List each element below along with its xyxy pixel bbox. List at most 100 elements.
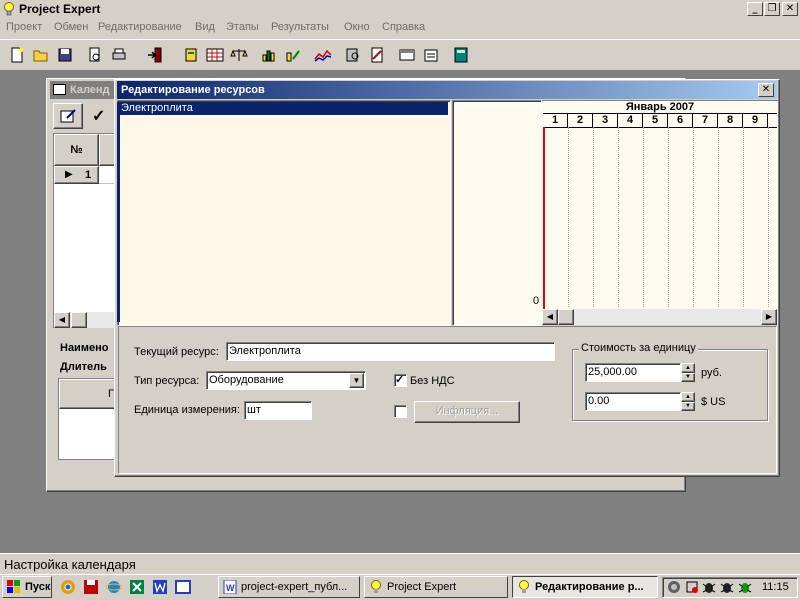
trend-button[interactable] [312,44,334,66]
preview-icon [89,47,100,62]
menu-view[interactable]: Вид [195,21,215,33]
app-restore-button[interactable]: ❐ [764,2,780,16]
cashflow-grid-icon [206,48,224,62]
balance-button[interactable] [228,44,250,66]
inflation-checkbox[interactable] [394,405,407,418]
print-button[interactable] [108,44,130,66]
calendar-hscroll[interactable]: ◀ [54,312,117,328]
magnifier-doc-icon [346,48,359,62]
calendar-row-marker[interactable]: ▶ 1 [54,166,99,184]
row-arrow-icon: ▶ [65,169,73,180]
taskbar-button-label: Project Expert [387,581,457,593]
current-resource-field[interactable]: Электроплита [226,342,555,361]
menu-results[interactable]: Результаты [271,21,329,33]
tray-icon-network[interactable] [685,580,699,597]
printer-icon [112,48,126,60]
cost-usd-field[interactable]: 0.00 [585,392,681,411]
cost-rub-down-button[interactable]: ▼ [681,373,695,382]
save-project-button[interactable] [54,44,76,66]
resource-list-selection-bar [117,102,120,322]
calculator-icon [454,47,468,63]
inflation-button[interactable]: Инфляция... [414,401,520,423]
tray-icon-bug-1[interactable] [702,580,716,597]
new-project-button[interactable] [6,44,28,66]
unit-field[interactable]: шт [244,401,312,420]
calendar-ok-icon[interactable]: ✓ [92,106,105,126]
app-window-icon [175,580,191,594]
start-label: Пуск [25,581,51,593]
resource-list-item[interactable]: Электроплита [120,102,448,115]
tray-icon-volume[interactable] [667,580,681,597]
gantt-scroll-right-button[interactable]: ▶ [761,309,777,325]
gantt-day: 6 [668,114,693,127]
calendar-bottom-panel: П [58,378,120,460]
cashflow-button[interactable] [204,44,226,66]
menu-project[interactable]: Проект [6,21,42,33]
status-text: Настройка календаря [4,557,136,572]
quick-launch-ie[interactable] [105,579,123,595]
windows-logo-icon [7,580,20,593]
calendar-edit-button[interactable] [53,103,83,129]
menu-stages[interactable]: Этапы [226,21,259,33]
calendar-window-icon [53,84,66,95]
taskbar-button-project-expert[interactable]: Project Expert [364,576,508,598]
report-button[interactable] [366,44,388,66]
resource-list-item-label: Электроплита [121,102,193,114]
calendar-window-title: Календ [70,84,110,96]
no-vat-label: Без НДС [410,375,455,387]
pencil-doc-icon [60,109,76,123]
tray-icon-bug-3[interactable] [738,580,752,597]
calendar-bottom-panel-header: П [59,379,119,409]
cost-usd-up-button[interactable]: ▲ [681,392,695,402]
calendar-scroll-thumb[interactable] [71,312,87,328]
notes-button[interactable] [420,44,442,66]
cost-usd-down-button[interactable]: ▼ [681,402,695,411]
menu-edit[interactable]: Редактирование [98,21,182,33]
cost-rub-field[interactable]: 25,000.00 [585,363,681,382]
exit-button[interactable] [144,44,166,66]
stages-button[interactable] [180,44,202,66]
calendar-name-label: Наимено [60,342,109,354]
quick-launch-app[interactable] [175,579,191,595]
resource-dialog-close-button[interactable]: ✕ [758,83,774,97]
gantt-scroll-thumb[interactable] [558,309,574,325]
menu-help[interactable]: Справка [382,21,425,33]
open-project-button[interactable] [30,44,52,66]
quick-launch-save[interactable] [83,579,99,595]
quick-launch-word[interactable] [152,579,168,595]
resource-type-label: Тип ресурса: [134,375,200,387]
gantt-day: 7 [693,114,718,127]
cost-rub-spinner[interactable]: ▲ ▼ [681,363,695,382]
window-list-button[interactable] [396,44,418,66]
start-button[interactable]: Пуск [2,576,52,598]
svg-text:W: W [226,583,235,593]
menu-window[interactable]: Окно [344,21,370,33]
resource-type-dropdown-button[interactable]: ▼ [349,373,364,388]
cost-rub-up-button[interactable]: ▲ [681,363,695,373]
calendar-scroll-left-button[interactable]: ◀ [54,312,70,328]
resource-type-select[interactable]: Оборудование ▼ [206,371,366,390]
open-folder-icon [33,50,48,62]
gantt-hscroll[interactable]: ◀ ▶ [542,309,778,325]
chart-edit-button[interactable] [282,44,304,66]
taskbar-button-word-doc[interactable]: W project-expert_публ... [218,576,360,598]
gantt-header-divider [543,127,777,128]
tray-icon-bug-2[interactable] [720,580,734,597]
cost-usd-spinner[interactable]: ▲ ▼ [681,392,695,411]
menu-exchange[interactable]: Обмен [54,21,88,33]
no-vat-checkbox[interactable]: ✓ [394,374,407,387]
tray-clock[interactable]: 11:15 [762,581,789,593]
taskbar-button-resource-edit[interactable]: Редактирование р... [512,576,658,598]
gantt-day-line [768,127,769,307]
app-minimize-button[interactable]: _ [747,2,763,16]
chrome-icon [61,580,75,594]
analysis-button[interactable] [342,44,364,66]
quick-launch-excel[interactable] [129,579,145,595]
calculator-button[interactable] [450,44,472,66]
quick-launch-chrome[interactable] [60,579,76,595]
gantt-scroll-left-button[interactable]: ◀ [542,309,558,325]
print-preview-button[interactable] [84,44,106,66]
app-close-button[interactable]: ✕ [782,2,798,16]
resource-list[interactable] [117,100,451,326]
chart-bars-button[interactable] [258,44,280,66]
